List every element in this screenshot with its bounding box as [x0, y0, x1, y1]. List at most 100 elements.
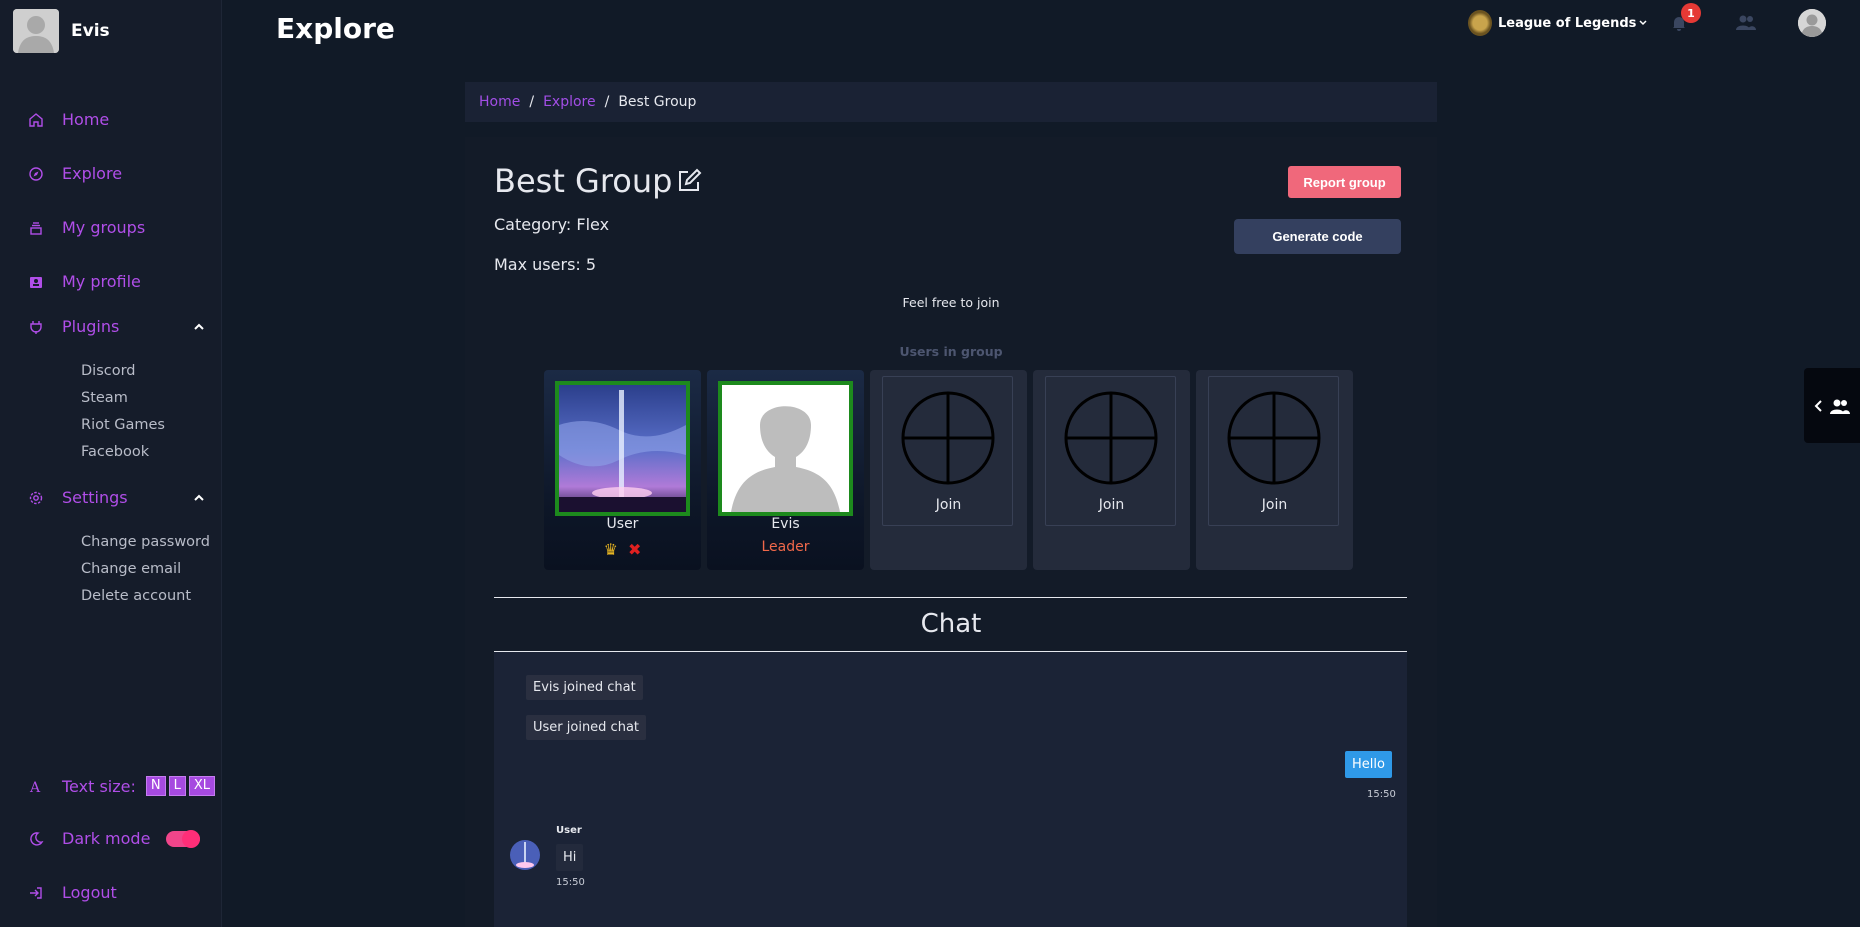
game-logo-icon: [1468, 10, 1492, 36]
dark-mode-control: Dark mode: [28, 829, 201, 848]
join-slot[interactable]: Join: [870, 370, 1027, 570]
join-slot[interactable]: Join: [1196, 370, 1353, 570]
sidebar-subitem-delete-account[interactable]: Delete account: [81, 588, 191, 604]
font-icon: A: [28, 778, 44, 794]
sidebar-item-my-groups[interactable]: My groups: [28, 218, 145, 237]
report-group-button[interactable]: Report group: [1288, 166, 1401, 198]
sidebar-item-settings[interactable]: Settings: [28, 488, 128, 507]
message-time: 15:50: [556, 877, 585, 888]
system-message: Evis joined chat: [526, 675, 643, 700]
sidebar-subitem-riot-games[interactable]: Riot Games: [81, 417, 165, 433]
chevron-left-icon: [1814, 399, 1822, 412]
moon-icon: [28, 831, 44, 847]
friends-icon: [1830, 399, 1850, 414]
member-slot[interactable]: User ♛ ✖: [544, 370, 701, 570]
gear-icon: [28, 490, 44, 506]
profile-name: Evis: [71, 21, 110, 41]
sidebar-item-label: Explore: [62, 164, 123, 183]
header-avatar[interactable]: [1798, 9, 1826, 37]
leader-badge: Leader: [761, 539, 810, 555]
text-size-large-button[interactable]: L: [168, 776, 186, 796]
sidebar-subitem-change-password[interactable]: Change password: [81, 534, 210, 550]
member-name: Evis: [771, 516, 800, 532]
logout-icon: [28, 885, 44, 901]
sidebar-item-explore[interactable]: Explore: [28, 164, 122, 183]
join-label: Join: [935, 497, 962, 513]
sidebar-item-my-profile[interactable]: My profile: [28, 272, 141, 291]
plus-circle-icon: [901, 391, 995, 485]
my-message-bubble: Hello: [1345, 751, 1392, 778]
plug-icon: [28, 319, 44, 335]
breadcrumb-explore[interactable]: Explore: [543, 94, 596, 110]
dark-mode-toggle[interactable]: [166, 829, 201, 848]
generate-code-button[interactable]: Generate code: [1234, 219, 1401, 254]
system-message: User joined chat: [526, 715, 647, 740]
group-category: Category: Flex: [494, 215, 610, 234]
users-in-group-heading: Users in group: [899, 344, 1003, 359]
join-label: Join: [1261, 497, 1288, 513]
profile-card-icon: [28, 274, 44, 290]
sidebar-subitem-change-email[interactable]: Change email: [81, 561, 181, 577]
chevron-down-icon: [1639, 20, 1647, 26]
sidebar-subitem-steam[interactable]: Steam: [81, 390, 128, 406]
sidebar-item-label: My groups: [62, 218, 146, 237]
plus-circle-icon: [1064, 391, 1158, 485]
breadcrumb-current: Best Group: [618, 94, 697, 110]
page-title: Explore: [276, 12, 395, 45]
their-message-bubble: Hi: [556, 844, 584, 871]
text-size-label: Text size:: [62, 776, 136, 796]
game-selector[interactable]: League of Legends: [1468, 10, 1648, 36]
member-slot[interactable]: Evis Leader: [707, 370, 864, 570]
chat-divider-top: [494, 597, 1407, 598]
compass-icon: [28, 166, 44, 182]
breadcrumb-separator: /: [529, 94, 535, 110]
sidebar-item-home[interactable]: Home: [28, 110, 109, 129]
member-name: User: [606, 516, 639, 532]
message-time: 15:50: [1367, 789, 1396, 800]
group-title: Best Group: [494, 162, 673, 200]
remove-icon[interactable]: ✖: [628, 540, 641, 559]
svg-text:A: A: [29, 780, 41, 794]
message-avatar: [510, 840, 540, 870]
text-size-xl-button[interactable]: XL: [188, 776, 215, 796]
sidebar-item-label: Logout: [62, 883, 117, 902]
sidebar-item-label: Settings: [62, 488, 128, 507]
sidebar-item-plugins[interactable]: Plugins: [28, 317, 119, 336]
sidebar-subitem-discord[interactable]: Discord: [81, 363, 136, 379]
sidebar-item-label: Home: [62, 110, 110, 129]
breadcrumb-separator: /: [604, 94, 610, 110]
member-avatar: [555, 381, 690, 516]
edit-icon[interactable]: [676, 168, 702, 194]
member-avatar: [718, 381, 853, 516]
sidebar-item-label: My profile: [62, 272, 141, 291]
chevron-up-icon[interactable]: [193, 321, 205, 333]
breadcrumb: Home / Explore / Best Group: [465, 82, 1437, 122]
member-actions: ♛ ✖: [544, 540, 701, 559]
chat-title: Chat: [920, 609, 982, 639]
join-label: Join: [1098, 497, 1125, 513]
layers-icon: [28, 220, 44, 236]
text-size-control: A Text size: N L XL: [28, 776, 215, 796]
group-description: Feel free to join: [902, 295, 1000, 310]
sidebar-subitem-facebook[interactable]: Facebook: [81, 444, 149, 460]
home-icon: [28, 112, 44, 128]
dark-mode-label: Dark mode: [62, 829, 151, 848]
group-max-users: Max users: 5: [494, 255, 597, 274]
game-selector-label: League of Legends: [1498, 15, 1637, 31]
friends-icon[interactable]: [1735, 14, 1757, 30]
sidebar-profile[interactable]: Evis: [13, 9, 110, 53]
members-panel-toggle[interactable]: [1804, 368, 1860, 443]
plus-circle-icon: [1227, 391, 1321, 485]
join-slot[interactable]: Join: [1033, 370, 1190, 570]
breadcrumb-home[interactable]: Home: [479, 94, 520, 110]
sidebar-item-label: Plugins: [62, 317, 120, 336]
text-size-normal-button[interactable]: N: [145, 776, 166, 796]
notification-badge: 1: [1681, 3, 1701, 23]
sidebar: Evis Home Explore My groups My profile P…: [0, 0, 222, 927]
avatar: [13, 9, 59, 53]
sidebar-item-logout[interactable]: Logout: [28, 883, 117, 902]
crown-icon[interactable]: ♛: [604, 540, 618, 559]
chevron-up-icon[interactable]: [193, 492, 205, 504]
text-size-options: N L XL: [145, 776, 215, 796]
message-author: User: [556, 825, 582, 836]
